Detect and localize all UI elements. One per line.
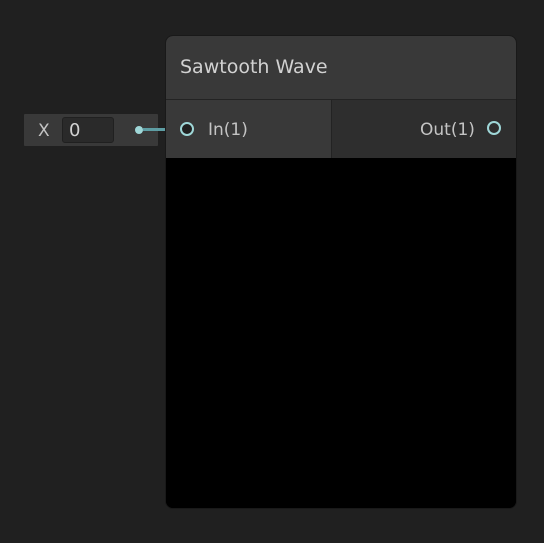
outputs-column: Out(1)	[332, 100, 516, 158]
ports-row: In(1) Out(1)	[166, 100, 516, 158]
input-port-connector-icon[interactable]	[180, 122, 194, 136]
output-port-connector-icon[interactable]	[487, 121, 501, 135]
sawtooth-wave-node[interactable]: Sawtooth Wave In(1) Out(1)	[165, 35, 517, 509]
input-port-label: In(1)	[208, 120, 248, 140]
inline-input-field: X	[24, 114, 158, 146]
x-value-input[interactable]	[62, 117, 114, 143]
node-preview	[166, 158, 516, 508]
inputs-column: In(1)	[166, 100, 332, 158]
node-header[interactable]: Sawtooth Wave	[166, 36, 516, 100]
field-output-port-icon[interactable]	[135, 126, 143, 134]
x-axis-label: X	[38, 121, 50, 141]
output-port-label: Out(1)	[420, 120, 475, 140]
node-title: Sawtooth Wave	[180, 56, 328, 78]
